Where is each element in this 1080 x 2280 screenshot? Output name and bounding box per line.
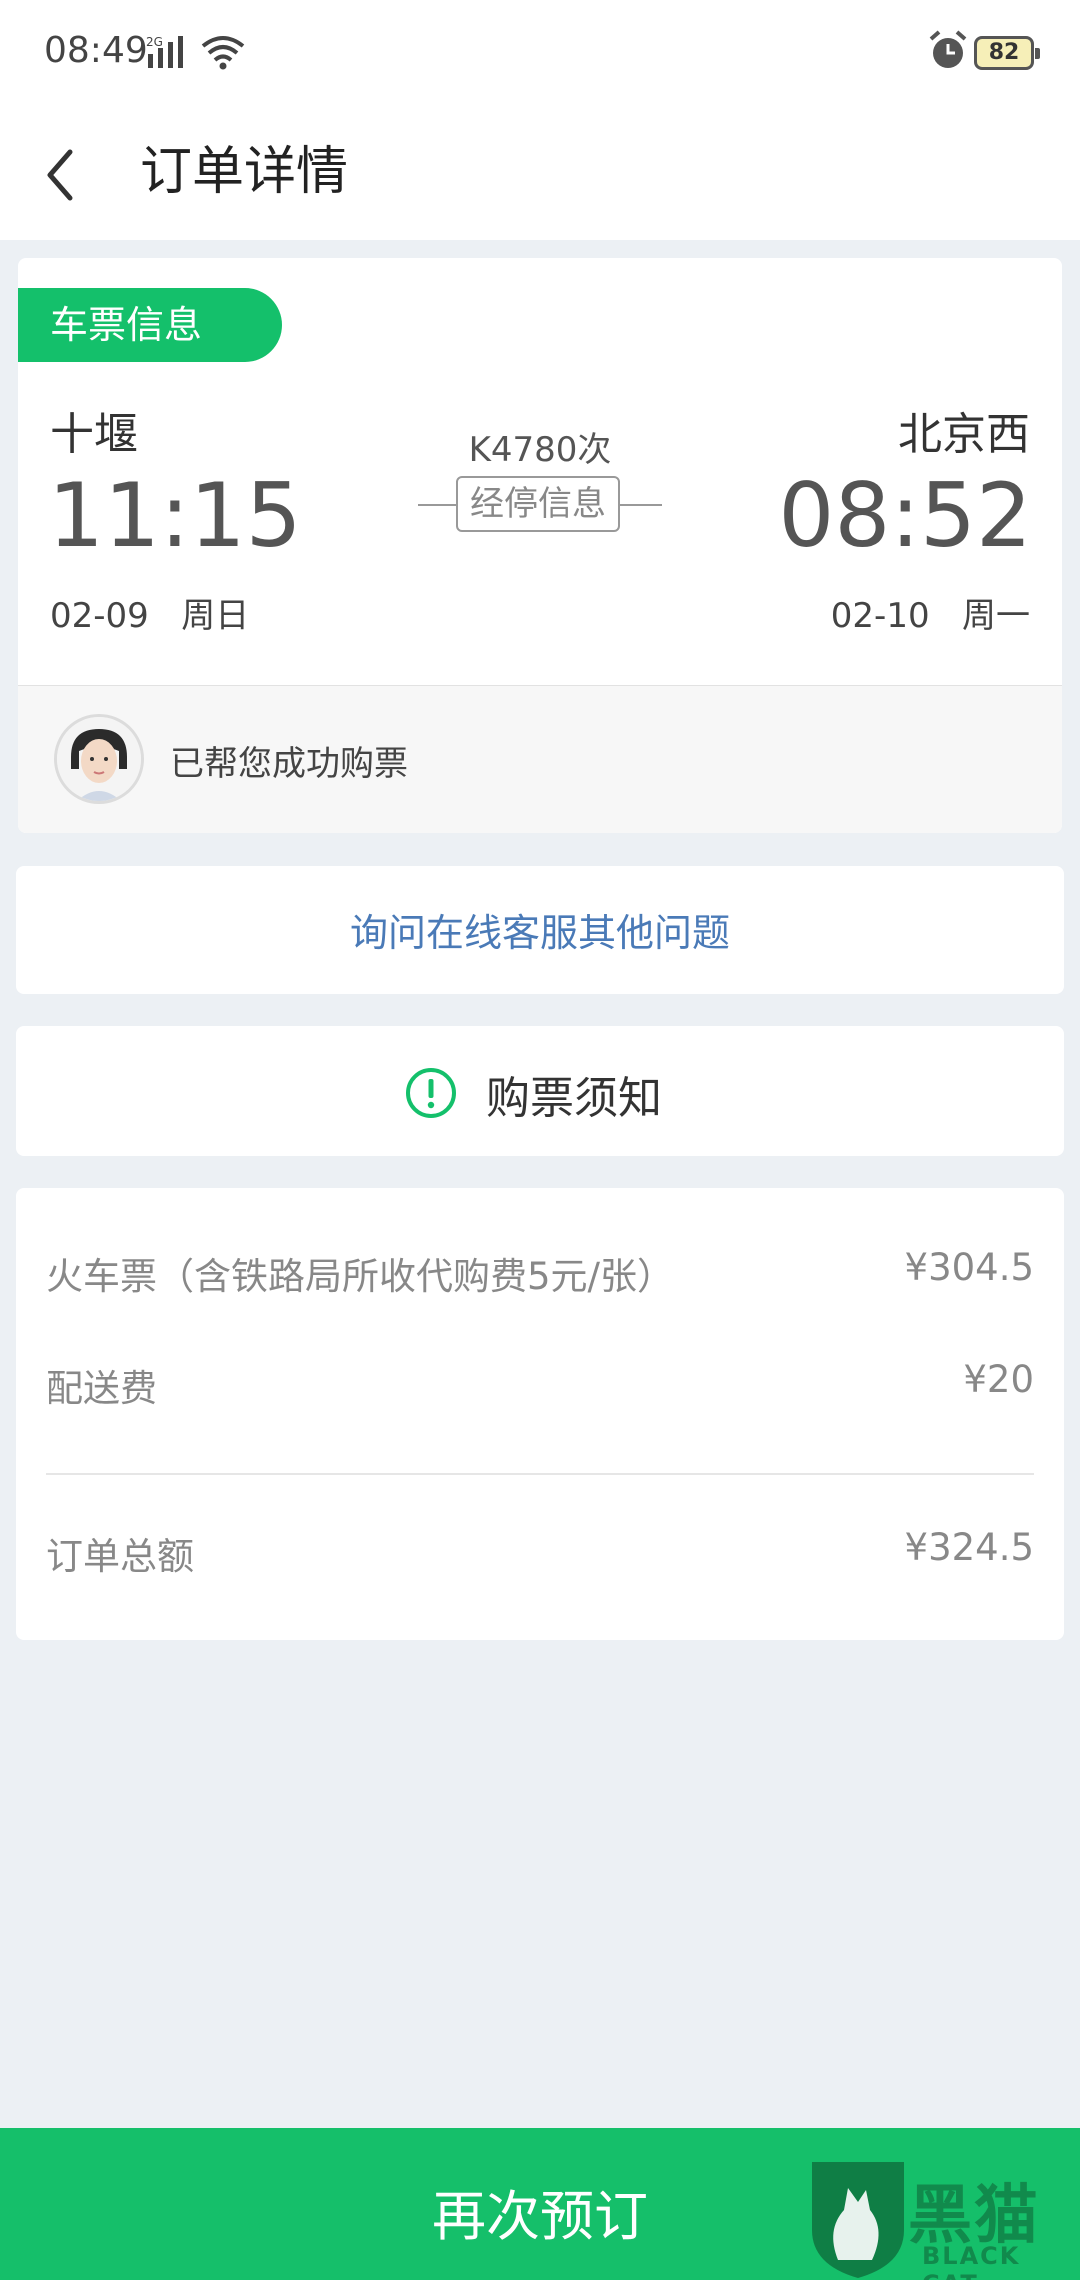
battery-indicator: 82 bbox=[974, 36, 1040, 70]
wifi-icon bbox=[201, 36, 245, 70]
price-divider bbox=[46, 1473, 1034, 1475]
service-card[interactable]: 询问在线客服其他问题 bbox=[16, 866, 1064, 994]
arrival-time: 08:52 bbox=[778, 464, 1032, 567]
departure-time: 11:15 bbox=[48, 464, 302, 567]
signal-icon: 2G bbox=[146, 35, 183, 68]
page-title: 订单详情 bbox=[140, 142, 349, 202]
ticket-fee-value: ¥304.5 bbox=[904, 1246, 1034, 1289]
online-service-link[interactable]: 询问在线客服其他问题 bbox=[16, 902, 1064, 957]
ticket-info-tag: 车票信息 bbox=[18, 288, 282, 362]
order-total-value: ¥324.5 bbox=[904, 1526, 1034, 1569]
purchase-notice-label: 购票须知 bbox=[486, 1073, 662, 1124]
departure-date: 02-09 周日 bbox=[50, 596, 250, 636]
delivery-fee-value: ¥20 bbox=[963, 1358, 1034, 1401]
info-exclamation-icon bbox=[406, 1068, 456, 1118]
agent-message-row: 已帮您成功购票 bbox=[18, 685, 1062, 833]
avatar bbox=[54, 714, 144, 804]
price-card: 火车票（含铁路局所收代购费5元/张） ¥304.5 配送费 ¥20 订单总额 ¥… bbox=[16, 1188, 1064, 1640]
ticket-card: 车票信息 十堰 北京西 K4780次 经停信息 11:15 08:52 02-0… bbox=[18, 258, 1062, 833]
arrival-date: 02-10 周一 bbox=[830, 596, 1030, 636]
ticket-fee-label: 火车票（含铁路局所收代购费5元/张） bbox=[46, 1255, 675, 1298]
watermark-en: BLACK CAT bbox=[922, 2242, 1021, 2280]
blackcat-watermark: 黑猫 BLACK CAT bbox=[808, 2160, 1080, 2280]
stop-info-button[interactable]: 经停信息 bbox=[456, 476, 620, 532]
alarm-icon bbox=[929, 30, 967, 68]
purchase-notice-card[interactable]: 购票须知 bbox=[16, 1026, 1064, 1156]
status-bar: 08:49 2G 82 bbox=[0, 0, 1080, 110]
header: 订单详情 bbox=[0, 110, 1080, 240]
agent-message: 已帮您成功购票 bbox=[170, 744, 408, 784]
blackcat-logo-icon bbox=[812, 2162, 904, 2278]
delivery-fee-label: 配送费 bbox=[46, 1367, 157, 1410]
back-arrow-icon[interactable] bbox=[30, 130, 120, 220]
network-type: 2G bbox=[146, 35, 163, 49]
order-total-label: 订单总额 bbox=[46, 1535, 194, 1578]
status-time: 08:49 bbox=[44, 30, 148, 71]
